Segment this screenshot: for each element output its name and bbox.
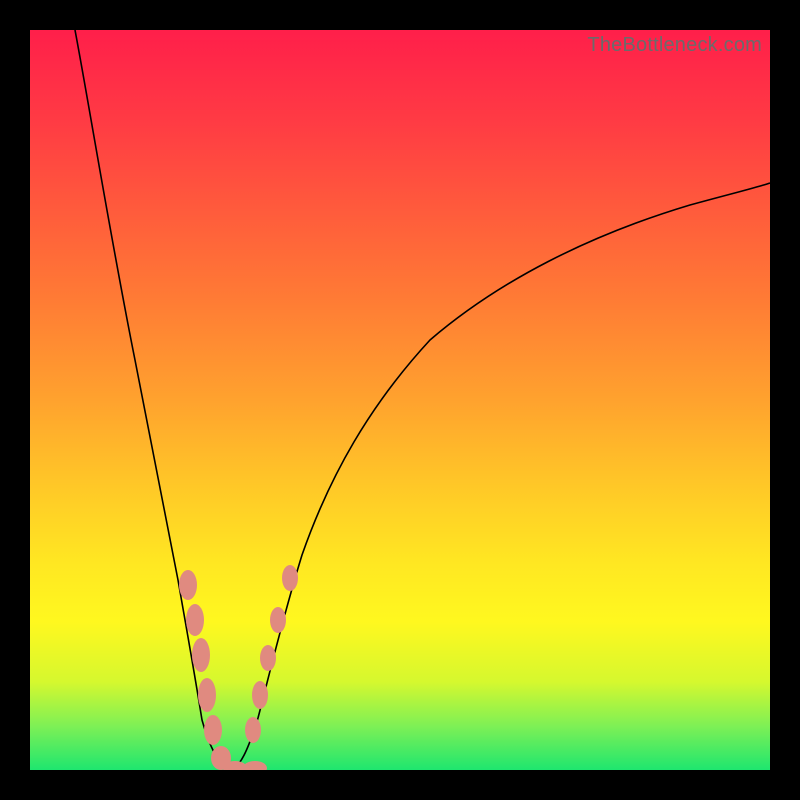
curve-marker-9 (252, 681, 268, 709)
chart-frame: TheBottleneck.com (0, 0, 800, 800)
chart-overlay (30, 30, 770, 770)
curve-marker-0 (179, 570, 197, 600)
curve-marker-1 (186, 604, 204, 636)
curve-marker-10 (260, 645, 276, 671)
curve-marker-7 (243, 761, 267, 770)
right-branch-curve (230, 183, 770, 770)
curve-marker-8 (245, 717, 261, 743)
curve-marker-12 (282, 565, 298, 591)
curve-marker-4 (204, 715, 222, 745)
curve-marker-3 (198, 678, 216, 712)
marker-group (179, 565, 298, 770)
curve-marker-11 (270, 607, 286, 633)
chart-plot-area: TheBottleneck.com (30, 30, 770, 770)
curve-marker-2 (192, 638, 210, 672)
